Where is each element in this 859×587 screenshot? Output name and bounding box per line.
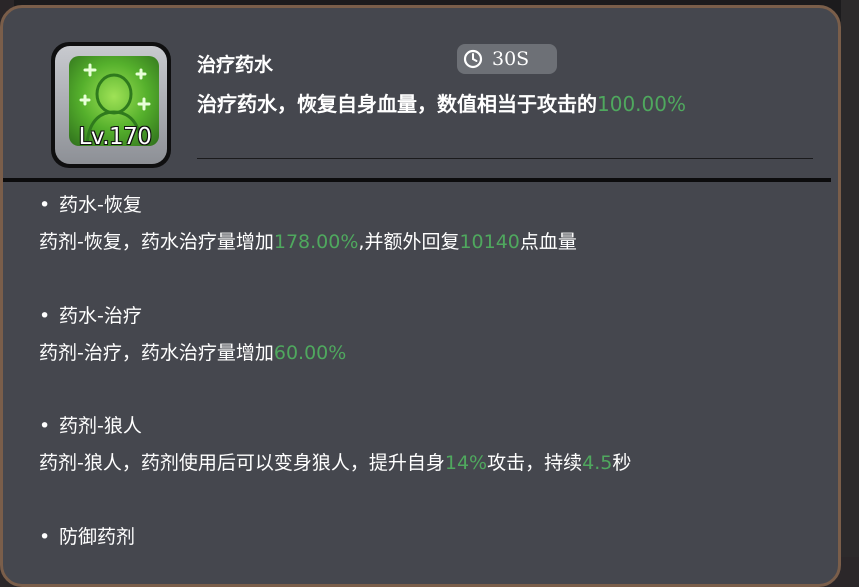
upgrade-entry-description: 药剂-恢复，药水治疗量增加178.00%,并额外回复10140点血量 bbox=[39, 227, 577, 254]
bullet-icon: • bbox=[39, 305, 51, 327]
upgrade-entry-title-text: 药水-治疗 bbox=[59, 305, 142, 327]
desc-segment: 药剂-治疗，药水治疗量增加 bbox=[39, 342, 274, 364]
upgrade-entry-title: • 药水-恢复 bbox=[39, 190, 577, 217]
desc-segment: 药剂-恢复，药水治疗量增加 bbox=[39, 231, 274, 253]
upgrade-entry-description: 药剂-狼人，药剂使用后可以变身狼人，提升自身14%攻击，持续4.5秒 bbox=[39, 448, 631, 475]
bullet-icon: • bbox=[39, 194, 51, 216]
desc-segment: 秒 bbox=[612, 452, 632, 474]
header-divider bbox=[197, 158, 813, 159]
cooldown-value: 30S bbox=[492, 48, 530, 70]
section-divider bbox=[3, 178, 831, 182]
desc-highlight: 4.5 bbox=[582, 452, 613, 474]
skill-tooltip-panel: Lv.170 治疗药水 30S 治疗药水，恢复自身血量，数值相当于攻击的100.… bbox=[0, 5, 841, 587]
bullet-icon: • bbox=[39, 415, 51, 437]
skill-description-text: 治疗药水，恢复自身血量，数值相当于攻击的 bbox=[197, 92, 597, 116]
desc-highlight: 178.00% bbox=[273, 231, 359, 253]
desc-segment: 点血量 bbox=[519, 231, 577, 253]
background-right bbox=[841, 0, 859, 587]
upgrade-entry-title: • 药剂-狼人 bbox=[39, 411, 631, 438]
upgrade-entry-defense-potion: • 防御药剂 bbox=[39, 522, 135, 549]
upgrade-entry-title-text: 药水-恢复 bbox=[59, 194, 142, 216]
desc-highlight: 10140 bbox=[459, 231, 520, 253]
skill-description: 治疗药水，恢复自身血量，数值相当于攻击的100.00% bbox=[197, 88, 686, 117]
upgrade-entry-title: • 防御药剂 bbox=[39, 522, 135, 549]
upgrade-entry-title-text: 防御药剂 bbox=[59, 526, 136, 548]
skill-description-value: 100.00% bbox=[597, 92, 686, 116]
upgrade-entry-potion-restore: • 药水-恢复 药剂-恢复，药水治疗量增加178.00%,并额外回复10140点血… bbox=[39, 190, 577, 254]
bullet-icon: • bbox=[39, 526, 51, 548]
desc-highlight: 60.00% bbox=[273, 342, 347, 364]
upgrade-entry-description: 药剂-治疗，药水治疗量增加60.00% bbox=[39, 338, 346, 365]
cooldown-badge: 30S bbox=[457, 44, 557, 74]
upgrade-entry-werewolf: • 药剂-狼人 药剂-狼人，药剂使用后可以变身狼人，提升自身14%攻击，持续4.5… bbox=[39, 411, 631, 475]
upgrade-entry-potion-heal: • 药水-治疗 药剂-治疗，药水治疗量增加60.00% bbox=[39, 301, 346, 365]
skill-name: 治疗药水 bbox=[197, 54, 274, 76]
skill-icon-frame[interactable]: Lv.170 bbox=[51, 42, 171, 168]
skill-level-label: Lv.170 bbox=[78, 124, 152, 150]
skill-icon-border: Lv.170 bbox=[55, 46, 167, 164]
desc-segment: 攻击，持续 bbox=[487, 452, 583, 474]
desc-segment: 药剂-狼人，药剂使用后可以变身狼人，提升自身 bbox=[39, 452, 445, 474]
upgrade-entry-title-text: 药剂-狼人 bbox=[59, 415, 142, 437]
desc-segment: ,并额外回复 bbox=[358, 231, 460, 253]
clock-icon bbox=[463, 49, 483, 69]
upgrade-entry-title: • 药水-治疗 bbox=[39, 301, 346, 328]
desc-highlight: 14% bbox=[444, 452, 488, 474]
